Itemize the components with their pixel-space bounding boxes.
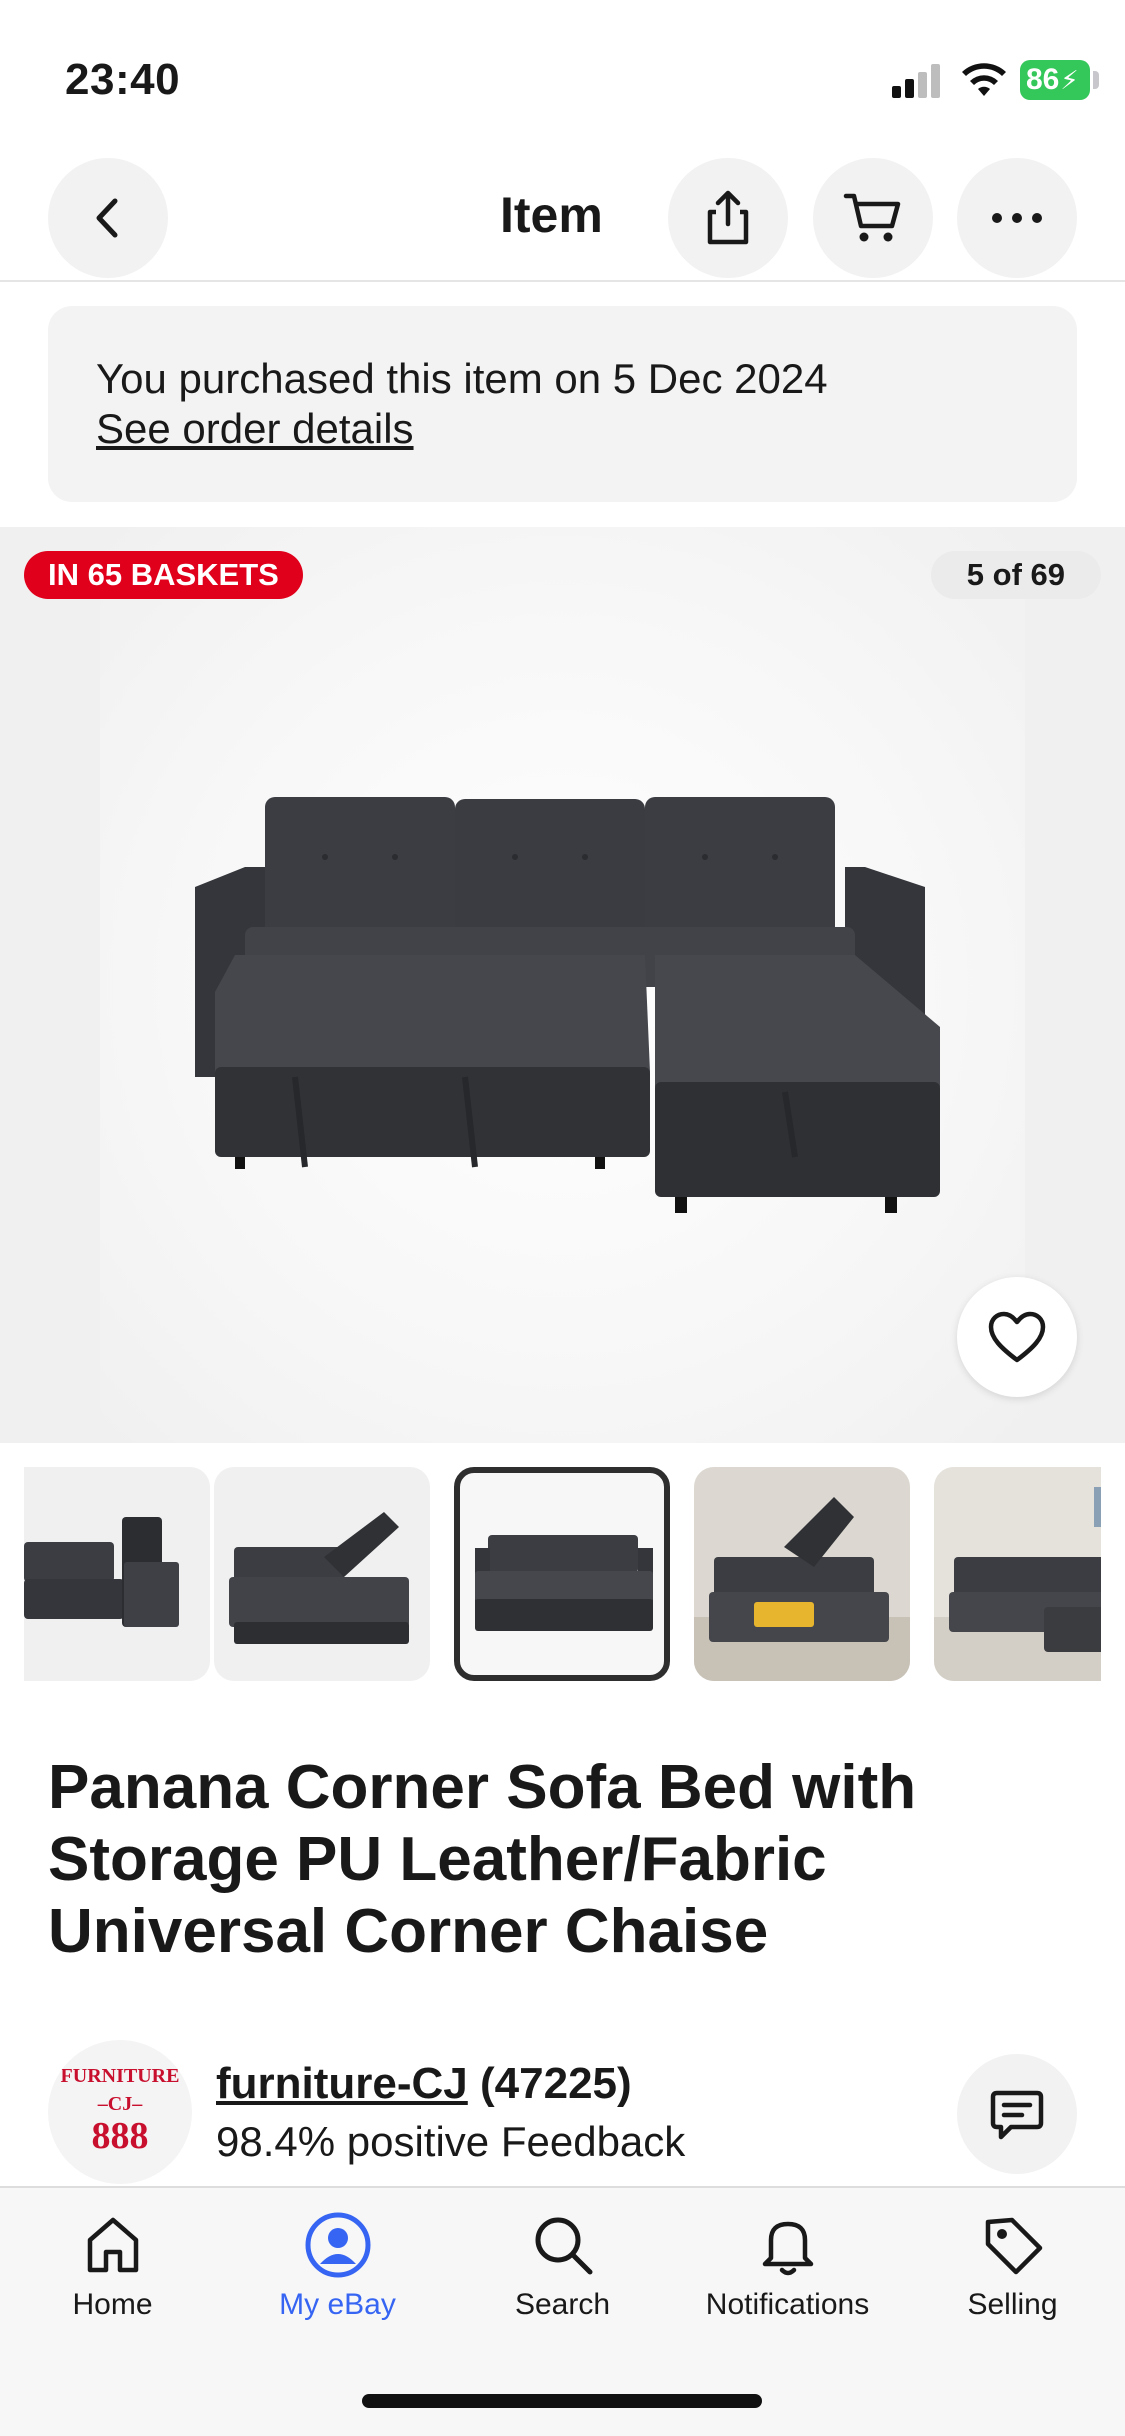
basket-badge: IN 65 BASKETS: [24, 551, 303, 599]
status-bar: 23:40 86 ⚡: [0, 0, 1125, 150]
seller-name-row: furniture-CJ (47225): [216, 2058, 632, 2110]
thumb-room-storage-open[interactable]: [694, 1467, 910, 1681]
tag-icon: [985, 2217, 1042, 2275]
back-arrow-icon: [96, 198, 118, 238]
share-button[interactable]: [668, 158, 788, 278]
thumbnail-strip[interactable]: [24, 1467, 1101, 1681]
tab-notifications[interactable]: Notifications: [675, 2210, 900, 2330]
seller-logo-line-2: –CJ–: [97, 2093, 143, 2115]
purchase-banner-text: You purchased this item on 5 Dec 2024: [96, 355, 828, 402]
thumb-room-sofa[interactable]: [934, 1467, 1101, 1681]
battery-level: 86: [1026, 63, 1060, 96]
item-title: Panana Corner Sofa Bed with Storage PU L…: [48, 1753, 917, 1966]
signal-icon: [892, 64, 940, 98]
tab-search[interactable]: Search: [450, 2210, 675, 2330]
sofa-image: [195, 797, 940, 1213]
heart-outline-icon: [988, 1311, 1046, 1363]
profile-icon: [305, 2212, 370, 2278]
image-gallery[interactable]: IN 65 BASKETS 5 of 69: [0, 527, 1125, 1443]
seller-logo-line-1: FURNITURE: [61, 2065, 180, 2087]
top-nav: Item: [0, 150, 1125, 282]
image-counter: 5 of 69: [930, 551, 1101, 599]
message-icon: [990, 2090, 1044, 2140]
more-button[interactable]: [957, 158, 1077, 278]
tab-my-ebay[interactable]: My eBay: [225, 2210, 450, 2330]
bell-icon: [762, 2221, 813, 2276]
page-title: Item: [500, 187, 603, 243]
home-icon: [87, 2217, 138, 2273]
thumb-sofa-bed[interactable]: [454, 1467, 670, 1681]
tab-search-label: Search: [514, 2288, 611, 2321]
status-time: 23:40: [65, 55, 181, 104]
wifi-icon: [962, 63, 1006, 96]
thumb-sofa-open-storage[interactable]: [214, 1467, 430, 1681]
back-button[interactable]: [48, 158, 168, 278]
seller-feedback-count: (47225): [480, 2059, 632, 2108]
seller-logo-line-3: 888: [92, 2115, 149, 2157]
tab-home[interactable]: Home: [0, 2210, 225, 2330]
tab-selling[interactable]: Selling: [900, 2210, 1125, 2330]
share-icon: [707, 190, 749, 245]
watch-button[interactable]: [957, 1277, 1077, 1397]
seller-card: FURNITURE –CJ– 888 furniture-CJ (47225) …: [48, 2040, 1078, 2190]
tab-notifications-label: Notifications: [705, 2288, 870, 2321]
thumb-storage-chaise[interactable]: [24, 1467, 210, 1681]
seller-logo[interactable]: FURNITURE –CJ– 888: [48, 2040, 192, 2184]
message-seller-button[interactable]: [957, 2054, 1077, 2174]
battery-charging-icon: 86 ⚡: [1020, 60, 1090, 100]
seller-feedback: 98.4% positive Feedback: [216, 2118, 686, 2165]
seller-name-link[interactable]: furniture-CJ: [216, 2059, 468, 2108]
order-details-link[interactable]: See order details: [96, 404, 414, 454]
tab-home-label: Home: [72, 2288, 153, 2321]
home-indicator: [362, 2394, 762, 2408]
cart-icon: [843, 193, 901, 242]
cart-button[interactable]: [813, 158, 933, 278]
battery-cap: [1093, 71, 1099, 89]
search-icon: [535, 2217, 592, 2275]
tab-my-ebay-label: My eBay: [279, 2288, 396, 2321]
tab-selling-label: Selling: [967, 2288, 1058, 2321]
more-icon: [992, 213, 1042, 223]
purchase-banner: You purchased this item on 5 Dec 2024 Se…: [48, 306, 1077, 502]
